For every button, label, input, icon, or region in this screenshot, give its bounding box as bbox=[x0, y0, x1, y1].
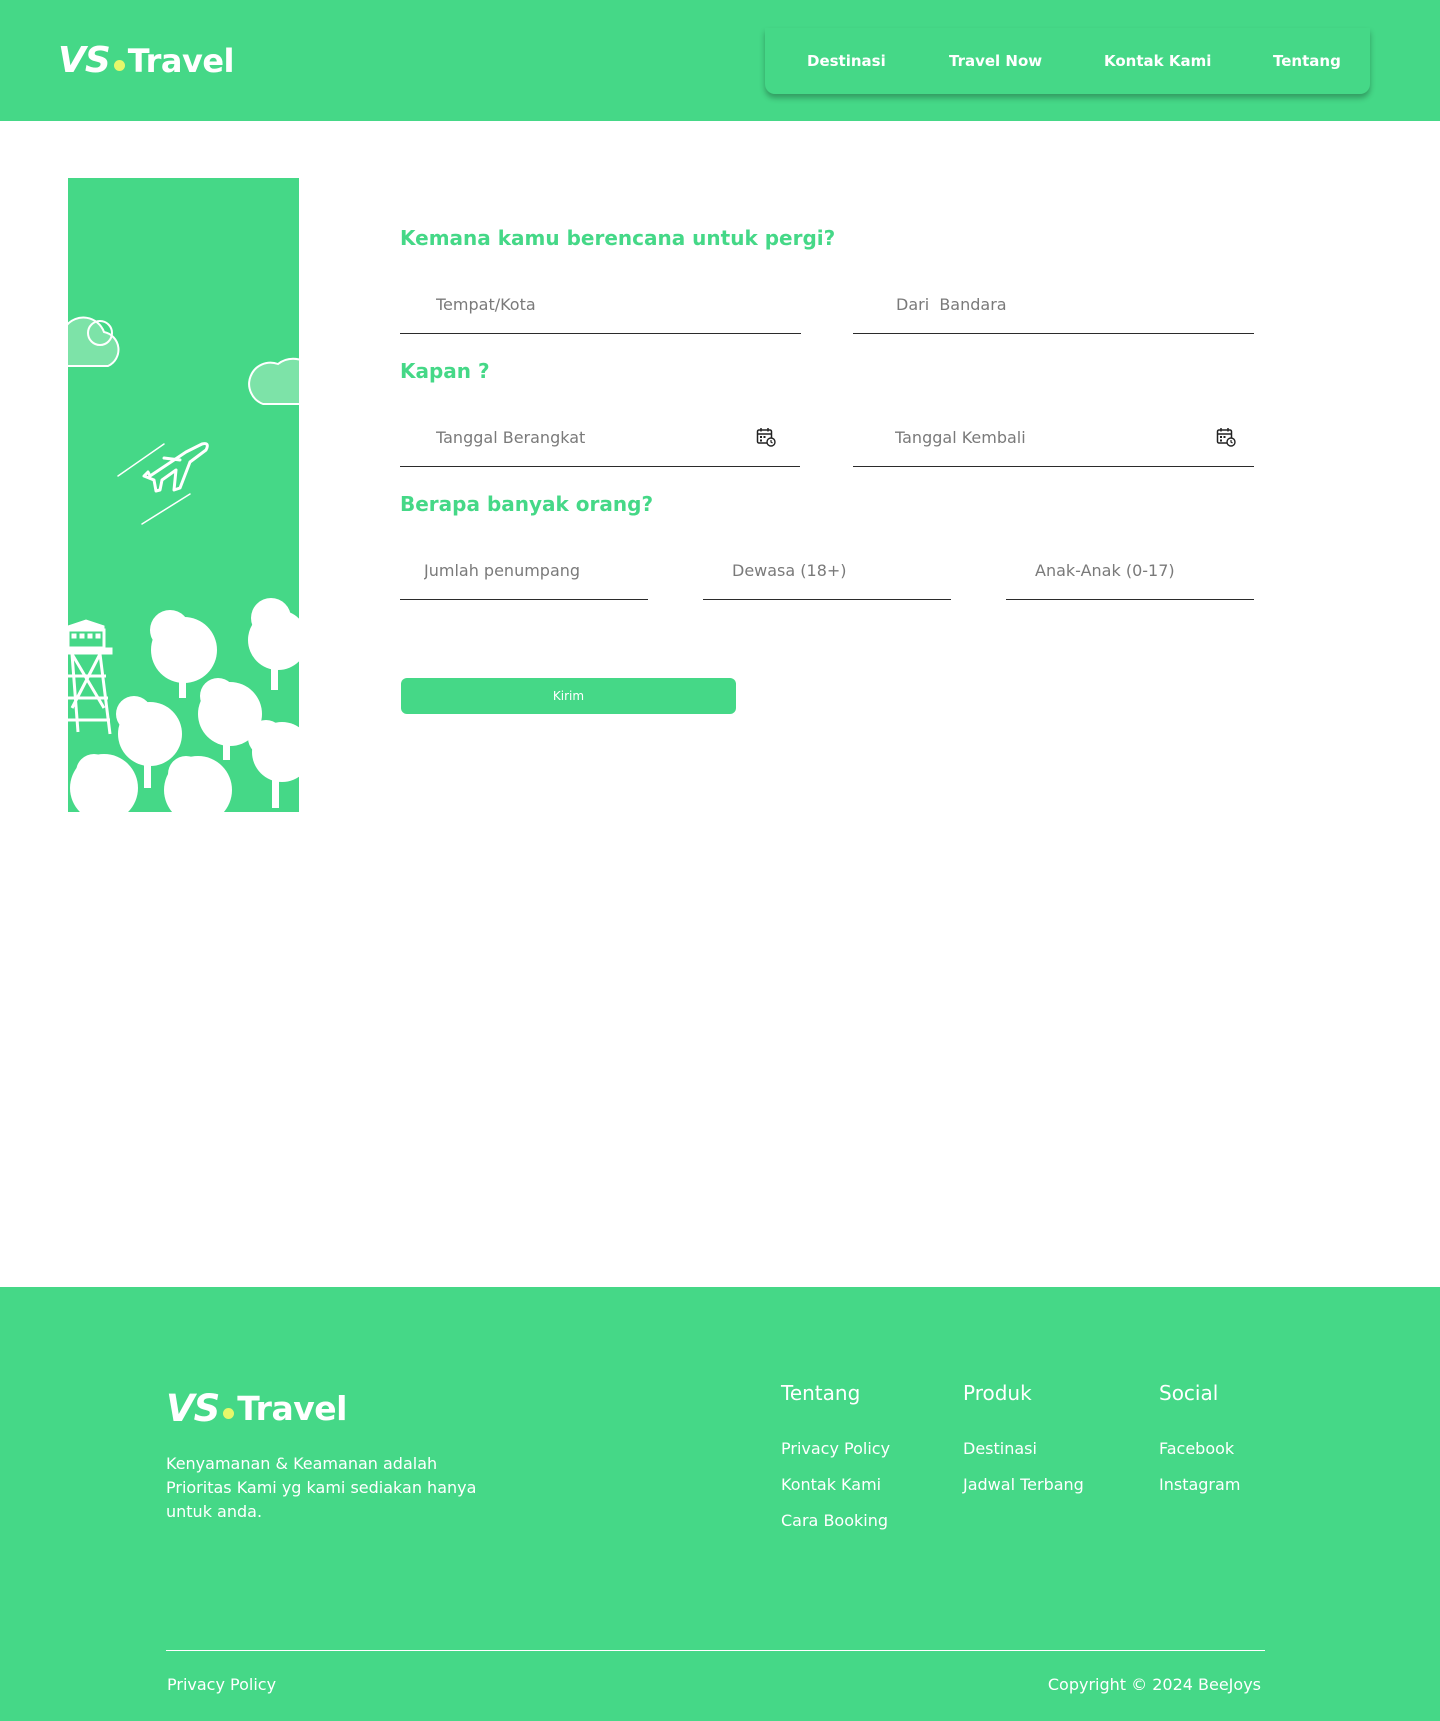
footer-link-destinasi[interactable]: Destinasi bbox=[963, 1439, 1037, 1458]
calendar-icon[interactable] bbox=[756, 427, 776, 447]
question-when: Kapan ? bbox=[400, 359, 490, 383]
nav-item-destinasi[interactable]: Destinasi bbox=[807, 52, 886, 70]
footer-brand-logo[interactable]: VS Travel bbox=[166, 1387, 347, 1430]
footer-col-title-produk: Produk bbox=[963, 1381, 1032, 1405]
submit-button[interactable]: Kirim bbox=[401, 678, 736, 714]
place-input[interactable] bbox=[400, 288, 801, 320]
copyright-text: Copyright © 2024 BeeJoys bbox=[1047, 1675, 1261, 1694]
footer-bottom-privacy-link[interactable]: Privacy Policy bbox=[167, 1675, 276, 1694]
cloud-icon bbox=[248, 357, 299, 405]
children-field[interactable] bbox=[1006, 540, 1254, 600]
adults-field[interactable] bbox=[703, 540, 951, 600]
main-nav: Destinasi Travel Now Kontak Kami Tentang bbox=[765, 28, 1370, 94]
footer-link-privacy-policy[interactable]: Privacy Policy bbox=[781, 1439, 890, 1458]
footer-link-cara-booking[interactable]: Cara Booking bbox=[781, 1511, 888, 1530]
brand-logo[interactable]: VS Travel bbox=[58, 40, 235, 81]
calendar-icon[interactable] bbox=[1216, 427, 1236, 447]
logo-vs-mark: VS bbox=[166, 1387, 220, 1430]
nav-item-kontak-kami[interactable]: Kontak Kami bbox=[1104, 52, 1211, 70]
airport-input[interactable] bbox=[853, 288, 1254, 320]
logo-dot bbox=[113, 60, 125, 71]
return-date-input[interactable] bbox=[853, 421, 1254, 453]
footer-link-facebook[interactable]: Facebook bbox=[1159, 1439, 1234, 1458]
passengers-input[interactable] bbox=[400, 554, 648, 586]
footer-link-jadwal-terbang[interactable]: Jadwal Terbang bbox=[963, 1475, 1084, 1494]
logo-dot bbox=[223, 1408, 235, 1419]
place-field[interactable] bbox=[400, 274, 801, 334]
airplane-icon bbox=[117, 442, 209, 525]
nav-item-travel-now[interactable]: Travel Now bbox=[949, 52, 1042, 70]
footer-col-title-tentang: Tentang bbox=[781, 1381, 861, 1405]
return-date-field[interactable] bbox=[853, 407, 1254, 467]
lighthouse-tower-icon bbox=[68, 619, 113, 735]
airport-field[interactable] bbox=[853, 274, 1254, 334]
question-destination: Kemana kamu berencana untuk pergi? bbox=[400, 226, 836, 250]
travel-illustration bbox=[68, 178, 299, 812]
children-input[interactable] bbox=[1006, 554, 1254, 586]
logo-wordmark: Travel bbox=[237, 1389, 347, 1428]
depart-date-input[interactable] bbox=[400, 421, 800, 453]
depart-date-field[interactable] bbox=[400, 407, 800, 467]
logo-vs-mark: VS bbox=[58, 40, 111, 81]
cloud-icon bbox=[68, 316, 120, 367]
passengers-field[interactable] bbox=[400, 540, 648, 600]
footer: VS Travel Kenyamanan & Keamanan adalah P… bbox=[0, 1287, 1440, 1721]
footer-tagline: Kenyamanan & Keamanan adalah Prioritas K… bbox=[166, 1454, 477, 1521]
footer-link-instagram[interactable]: Instagram bbox=[1159, 1475, 1240, 1494]
adults-input[interactable] bbox=[703, 554, 951, 586]
footer-link-kontak-kami[interactable]: Kontak Kami bbox=[781, 1475, 881, 1494]
question-people: Berapa banyak orang? bbox=[400, 492, 654, 516]
footer-col-title-social: Social bbox=[1159, 1381, 1219, 1405]
header: VS Travel Destinasi Travel Now Kontak Ka… bbox=[0, 0, 1440, 121]
footer-divider bbox=[166, 1650, 1265, 1651]
logo-wordmark: Travel bbox=[127, 41, 235, 80]
illustration-art bbox=[68, 316, 299, 812]
nav-item-tentang[interactable]: Tentang bbox=[1273, 52, 1341, 70]
